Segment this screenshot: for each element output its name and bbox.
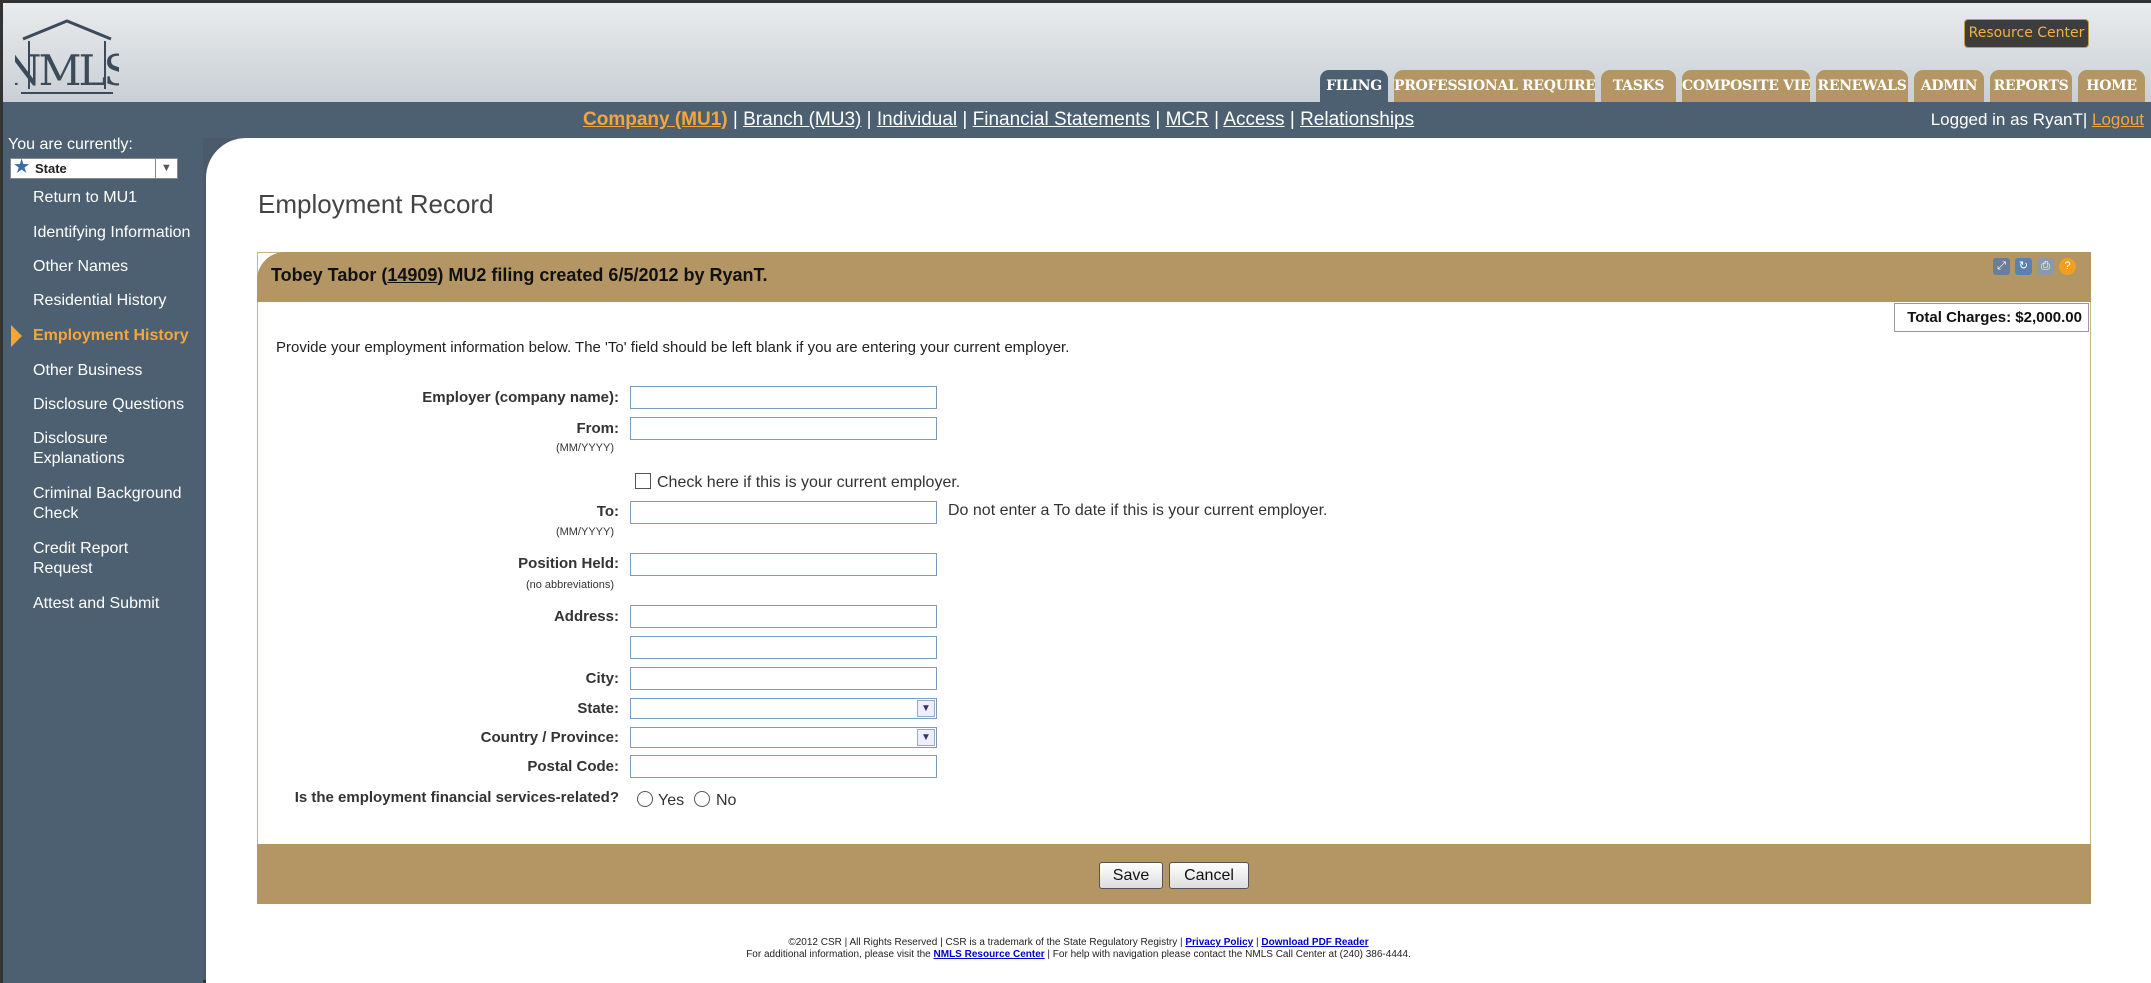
subnav-company-link[interactable]: Company (MU1) xyxy=(583,109,728,130)
sidebar-item-disclosure-questions[interactable]: Disclosure Questions xyxy=(33,395,203,415)
resource-center-button[interactable]: Resource Center xyxy=(1964,19,2089,48)
city-input[interactable] xyxy=(630,667,937,690)
subnav-access-link[interactable]: Access xyxy=(1223,109,1284,130)
subnav-separator: | xyxy=(957,109,973,130)
from-label: From: xyxy=(576,420,620,437)
active-arrow-icon xyxy=(11,325,22,347)
sidebar-item-employment-history[interactable]: Employment History xyxy=(33,326,203,346)
employer-label: Employer (company name): xyxy=(422,389,619,406)
from-date-input[interactable] xyxy=(630,417,937,440)
no-radio[interactable] xyxy=(694,791,710,807)
to-date-input[interactable] xyxy=(630,501,937,524)
sidebar-item-attest-and-submit[interactable]: Attest and Submit xyxy=(33,594,203,614)
city-label: City: xyxy=(585,670,619,687)
no-label: No xyxy=(716,792,737,809)
state-select[interactable]: ▼ xyxy=(630,698,937,719)
sidebar-item-other-names[interactable]: Other Names xyxy=(33,257,203,277)
subnav-branch-link[interactable]: Branch (MU3) xyxy=(743,109,861,130)
total-charges: Total Charges: $2,000.00 xyxy=(1894,303,2089,332)
pdf-reader-link[interactable]: Download PDF Reader xyxy=(1261,937,1368,948)
tab-home[interactable]: HOME xyxy=(2078,70,2145,102)
panel-title: Tobey Tabor (14909) MU2 filing created 6… xyxy=(271,265,768,285)
from-format-hint: (MM/YYYY) xyxy=(555,442,614,454)
subnav-separator: | xyxy=(1150,109,1166,130)
tab-composite-view[interactable]: COMPOSITE VIEW xyxy=(1682,70,1810,102)
position-hint: (no abbreviations) xyxy=(525,579,614,591)
svg-text:NMLS: NMLS xyxy=(15,46,119,95)
logged-in-text: Logged in as RyanT xyxy=(1930,110,2083,129)
print-icon[interactable]: ⎙ xyxy=(2037,258,2054,275)
sidebar-item-criminal-background-check[interactable]: Criminal Background Check xyxy=(33,484,198,524)
address-label: Address: xyxy=(553,608,619,625)
tab-reports[interactable]: REPORTS xyxy=(1990,70,2072,102)
sidebar-item-identifying-information[interactable]: Identifying Information xyxy=(33,223,203,243)
chevron-down-icon[interactable]: ▼ xyxy=(155,159,177,178)
current-employer-checkbox[interactable] xyxy=(635,473,651,489)
tab-admin[interactable]: ADMIN xyxy=(1914,70,1984,102)
subnav-relationships-link[interactable]: Relationships xyxy=(1300,109,1414,130)
to-label: To: xyxy=(596,503,619,520)
position-input[interactable] xyxy=(630,553,937,576)
address-line2-input[interactable] xyxy=(630,636,937,659)
footer-help: For additional information, please visit… xyxy=(746,949,1411,960)
country-select[interactable]: ▼ xyxy=(630,727,937,748)
tab-filing[interactable]: FILING xyxy=(1320,70,1388,102)
chevron-down-icon[interactable]: ▼ xyxy=(917,729,935,746)
refresh-icon[interactable]: ↻ xyxy=(2015,258,2032,275)
context-select[interactable]: ★ State ▼ xyxy=(10,157,178,179)
tab-renewals[interactable]: RENEWALS xyxy=(1816,70,1908,102)
subnav-mcr-link[interactable]: MCR xyxy=(1166,109,1209,130)
country-label: Country / Province: xyxy=(480,729,619,746)
current-context-label: You are currently: xyxy=(8,136,133,153)
sidebar-item-return[interactable]: Return to MU1 xyxy=(33,188,203,208)
sidebar-item-other-business[interactable]: Other Business xyxy=(33,361,203,381)
current-employer-label: Check here if this is your current emplo… xyxy=(657,474,961,491)
sub-navigation: Company (MU1) | Branch (MU3) | Individua… xyxy=(3,102,2151,138)
subnav-separator: | xyxy=(727,109,744,130)
login-status: Logged in as RyanT| Logout xyxy=(1930,110,2144,129)
top-header: NMLS Resource Center FILING PROFESSIONAL… xyxy=(3,3,2151,102)
to-format-hint: (MM/YYYY) xyxy=(555,526,614,538)
footer-copyright: ©2012 CSR | All Rights Reserved | CSR is… xyxy=(788,937,1369,948)
financial-services-question: Is the employment financial services-rel… xyxy=(294,789,619,806)
employer-input[interactable] xyxy=(630,386,937,409)
subnav-financial-statements-link[interactable]: Financial Statements xyxy=(973,109,1150,130)
privacy-policy-link[interactable]: Privacy Policy xyxy=(1185,937,1253,948)
position-label: Position Held: xyxy=(518,555,619,572)
panel-toolbar: ⤢ ↻ ⎙ ? xyxy=(1993,258,2076,275)
to-date-note: Do not enter a To date if this is your c… xyxy=(948,502,1328,519)
tab-tasks[interactable]: TASKS xyxy=(1601,70,1676,102)
subnav-separator: | xyxy=(1208,109,1224,130)
sidebar-item-credit-report-request[interactable]: Credit Report Request xyxy=(33,539,143,579)
sidebar-item-disclosure-explanations[interactable]: Disclosure Explanations xyxy=(33,429,153,469)
nmls-logo[interactable]: NMLS xyxy=(15,19,119,97)
help-icon[interactable]: ? xyxy=(2059,258,2076,275)
logout-link[interactable]: Logout xyxy=(2092,110,2144,129)
filing-id-link[interactable]: 14909 xyxy=(387,265,437,285)
main-tabs: FILING PROFESSIONAL REQUIREMENTS TASKS C… xyxy=(1320,70,2145,102)
star-icon: ★ xyxy=(14,157,30,176)
subnav-separator: | xyxy=(861,109,877,130)
state-label: State: xyxy=(577,700,619,717)
address-line1-input[interactable] xyxy=(630,605,937,628)
cancel-button[interactable]: Cancel xyxy=(1169,862,1249,889)
page-title: Employment Record xyxy=(258,189,494,219)
postal-code-label: Postal Code: xyxy=(527,758,619,775)
yes-radio[interactable] xyxy=(637,791,653,807)
sidebar-item-residential-history[interactable]: Residential History xyxy=(33,291,203,311)
subnav-separator: | xyxy=(1284,109,1301,130)
resource-center-link[interactable]: NMLS Resource Center xyxy=(934,949,1045,960)
subnav-individual-link[interactable]: Individual xyxy=(877,109,957,130)
tab-professional-requirements[interactable]: PROFESSIONAL REQUIREMENTS xyxy=(1394,70,1595,102)
save-button[interactable]: Save xyxy=(1099,862,1163,889)
instructions-text: Provide your employment information belo… xyxy=(276,339,1070,356)
expand-icon[interactable]: ⤢ xyxy=(1993,258,2010,275)
yes-label: Yes xyxy=(658,792,685,809)
postal-code-input[interactable] xyxy=(630,755,937,778)
context-select-value: State xyxy=(35,161,67,176)
chevron-down-icon[interactable]: ▼ xyxy=(917,700,935,717)
